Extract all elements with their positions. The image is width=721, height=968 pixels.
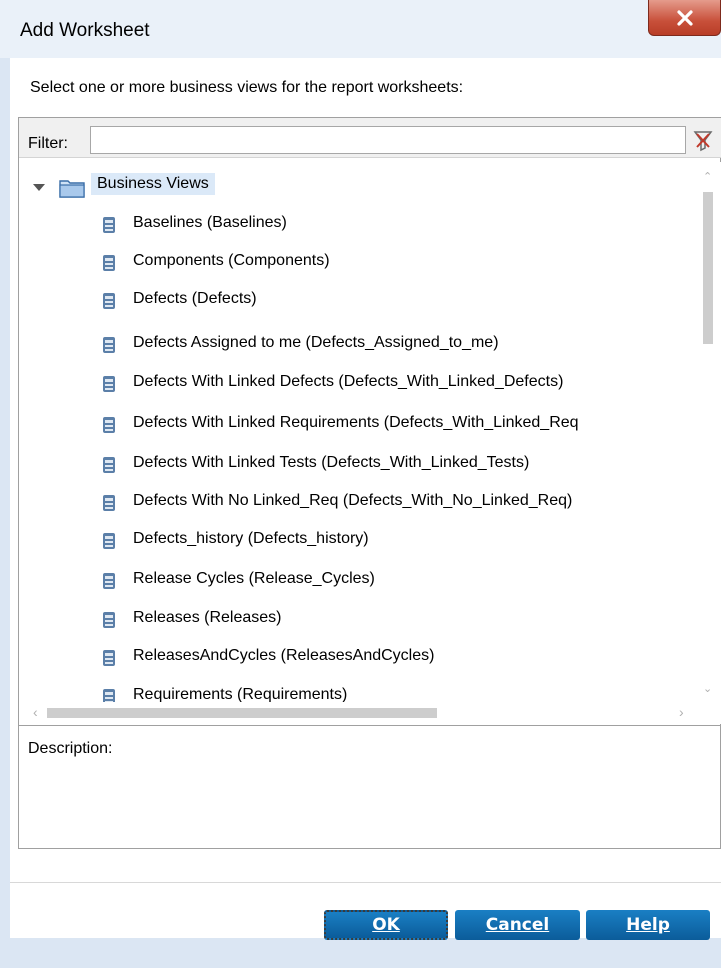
ok-button-label: OK xyxy=(372,915,400,935)
tree-item[interactable]: Releases (Releases) xyxy=(19,601,695,637)
instruction-text: Select one or more business views for th… xyxy=(30,79,464,96)
business-view-icon xyxy=(103,650,115,666)
tree-item[interactable]: Defects With Linked Defects (Defects_Wit… xyxy=(19,365,695,401)
tree-item-label: Defects With Linked Tests (Defects_With_… xyxy=(133,454,530,471)
cancel-button[interactable]: Cancel xyxy=(455,910,580,940)
tree-item-label: Defects With Linked Requirements (Defect… xyxy=(133,414,579,431)
window-title: Add Worksheet xyxy=(20,20,150,41)
help-button-label: Help xyxy=(626,915,670,935)
business-view-icon xyxy=(103,689,115,702)
business-view-icon xyxy=(103,337,115,353)
title-bar: Add Worksheet xyxy=(0,0,721,58)
scroll-right-icon[interactable]: › xyxy=(679,704,684,720)
scroll-up-icon[interactable]: ⌃ xyxy=(703,170,712,183)
vertical-scroll-thumb[interactable] xyxy=(703,192,713,344)
business-view-icon xyxy=(103,495,115,511)
tree-item-label: ReleasesAndCycles (ReleasesAndCycles) xyxy=(133,647,435,664)
tree-root-business-views[interactable]: Business Views xyxy=(19,170,619,204)
scroll-down-icon[interactable]: ⌄ xyxy=(703,682,712,695)
business-view-icon xyxy=(103,612,115,628)
scroll-left-icon[interactable]: ‹ xyxy=(33,704,38,720)
tree-item[interactable]: Release Cycles (Release_Cycles) xyxy=(19,562,695,598)
clear-filter-icon xyxy=(693,131,713,152)
tree-item[interactable]: Defects With Linked Requirements (Defect… xyxy=(19,406,695,442)
tree-item[interactable]: Requirements (Requirements) xyxy=(19,678,695,702)
filter-input[interactable] xyxy=(90,126,686,154)
business-view-icon xyxy=(103,255,115,271)
button-area-divider xyxy=(10,882,721,883)
tree-item-label: Defects_history (Defects_history) xyxy=(133,530,369,547)
tree-item[interactable]: Defects_history (Defects_history) xyxy=(19,522,695,558)
description-label: Description: xyxy=(28,740,113,757)
business-view-icon xyxy=(103,293,115,309)
tree-item[interactable]: Defects (Defects) xyxy=(19,282,695,318)
business-view-icon xyxy=(103,417,115,433)
help-button[interactable]: Help xyxy=(586,910,710,940)
tree-item-label: Defects With Linked Defects (Defects_Wit… xyxy=(133,373,564,390)
folder-icon xyxy=(59,180,85,198)
tree-item[interactable]: Components (Components) xyxy=(19,244,695,280)
tree-item-label: Defects With No Linked_Req (Defects_With… xyxy=(133,492,573,509)
tree-item[interactable]: ReleasesAndCycles (ReleasesAndCycles) xyxy=(19,639,695,675)
tree-item[interactable]: Defects Assigned to me (Defects_Assigned… xyxy=(19,326,695,362)
tree-item-label: Components (Components) xyxy=(133,252,330,269)
cancel-button-label: Cancel xyxy=(485,915,550,935)
tree-item[interactable]: Defects With No Linked_Req (Defects_With… xyxy=(19,484,695,520)
tree-item-label: Requirements (Requirements) xyxy=(133,686,348,702)
business-view-icon xyxy=(103,217,115,233)
horizontal-scrollbar[interactable]: ‹ › xyxy=(19,702,721,724)
expand-arrow-icon[interactable] xyxy=(33,184,45,191)
business-view-icon xyxy=(103,533,115,549)
tree-item-label: Defects (Defects) xyxy=(133,290,257,307)
tree-item-label: Release Cycles (Release_Cycles) xyxy=(133,570,375,587)
business-view-icon xyxy=(103,457,115,473)
ok-button[interactable]: OK xyxy=(324,910,448,940)
tree-item[interactable]: Defects With Linked Tests (Defects_With_… xyxy=(19,446,695,482)
tree-item-label: Baselines (Baselines) xyxy=(133,214,287,231)
business-views-tree: Business Views Baselines (Baselines) Com… xyxy=(19,162,695,702)
business-view-icon xyxy=(103,573,115,589)
tree-item-label: Releases (Releases) xyxy=(133,609,282,626)
description-divider xyxy=(19,725,721,726)
close-icon xyxy=(676,9,693,26)
business-view-icon xyxy=(103,376,115,392)
vertical-scrollbar[interactable]: ⌃ ⌄ xyxy=(695,162,721,702)
clear-filter-button[interactable] xyxy=(692,128,714,152)
tree-root-label: Business Views xyxy=(91,173,215,195)
close-button[interactable] xyxy=(648,0,721,36)
tree-item[interactable]: Baselines (Baselines) xyxy=(19,206,695,242)
filter-label: Filter: xyxy=(28,135,68,152)
tree-item-label: Defects Assigned to me (Defects_Assigned… xyxy=(133,334,499,351)
horizontal-scroll-thumb[interactable] xyxy=(47,708,437,718)
